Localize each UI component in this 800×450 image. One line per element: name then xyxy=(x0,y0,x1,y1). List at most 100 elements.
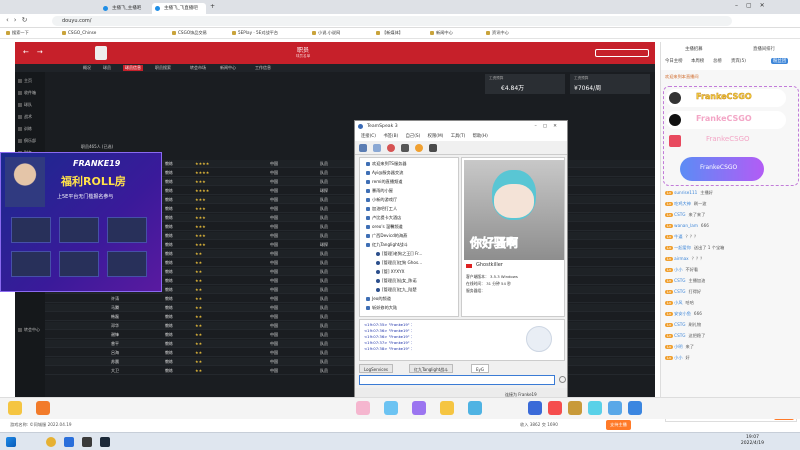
tab-jobs[interactable]: 工作信息 xyxy=(255,65,271,71)
connect-icon[interactable] xyxy=(359,144,367,152)
obs-icon[interactable] xyxy=(82,437,92,447)
gift-icon[interactable] xyxy=(8,401,22,415)
chat-username[interactable]: 小小 xyxy=(674,267,682,272)
channel-item[interactable]: 加油吧打工人 xyxy=(366,206,397,212)
channel-item[interactable]: remi的直播频道 xyxy=(366,179,402,185)
nav-buttons[interactable]: ‹›↻ xyxy=(6,16,32,24)
chat-username[interactable]: 小小 xyxy=(674,355,682,360)
chat-username[interactable]: 安安小鱼 xyxy=(674,311,691,316)
chat-username[interactable]: airmax xyxy=(674,256,689,261)
channel-client[interactable]: [管理员]仙女_陈诺 xyxy=(376,278,417,284)
gift-icon[interactable] xyxy=(412,401,426,415)
tab-week[interactable]: 本周榜 xyxy=(691,58,704,64)
tab-staff-info[interactable]: 球员信息 xyxy=(123,65,143,71)
tab-private[interactable]: EyG xyxy=(471,364,489,373)
menu-help[interactable]: 帮助(H) xyxy=(473,134,488,139)
sidebar-item-club[interactable]: 俱乐部 xyxy=(18,138,36,144)
gift-icon[interactable] xyxy=(628,401,642,415)
gift-icon[interactable] xyxy=(568,401,582,415)
menu-connect[interactable]: 连接(C) xyxy=(361,134,376,139)
sidebar-item-inbox[interactable]: 收件箱 xyxy=(18,90,36,96)
continue-button[interactable] xyxy=(595,49,649,57)
channel-item[interactable]: 卢比提卡大酒店 xyxy=(366,215,401,221)
tab-recruit[interactable]: 主播招募 xyxy=(685,46,703,52)
tab-fans[interactable]: 粉丝团 xyxy=(771,58,789,64)
gift-icon[interactable] xyxy=(356,401,370,415)
channel-item[interactable]: 斩妖修的大陆 xyxy=(366,305,397,311)
url-field[interactable]: douyu.com/ xyxy=(52,16,732,26)
tab-ranking[interactable]: 直播间排行 xyxy=(753,46,775,52)
tab-transfer[interactable]: 转会市场 xyxy=(190,65,206,71)
ts-window-controls[interactable]: –▢✕ xyxy=(535,121,564,132)
channel-item[interactable]: 暴雨的小屋 xyxy=(366,188,393,194)
menu-tools[interactable]: 工具(T) xyxy=(451,134,466,139)
mute-mic-icon[interactable] xyxy=(387,144,395,152)
tab-overview[interactable]: 概况 xyxy=(83,65,91,71)
bookmark-item[interactable]: 搜索一下 xyxy=(6,30,29,36)
chat-username[interactable]: 吃鸡大神 xyxy=(674,201,691,206)
chat-username[interactable]: CSTG xyxy=(674,322,685,327)
channel-client[interactable]: [管] XYXYX xyxy=(376,269,405,275)
gift-icon[interactable] xyxy=(36,401,50,415)
steam-icon[interactable] xyxy=(100,437,110,447)
support-button[interactable]: 支持主播 xyxy=(606,420,631,430)
channel-item[interactable]: 欢迎来到TS服务器 xyxy=(366,161,407,167)
tab-players[interactable]: 球员 xyxy=(103,65,111,71)
sidebar-item-tactics[interactable]: 战术 xyxy=(18,114,32,120)
window-controls[interactable]: –▢✕ xyxy=(735,2,773,9)
emoji-icon[interactable] xyxy=(559,376,566,383)
channel-item[interactable]: oreo's 温馨频道 xyxy=(366,224,403,230)
gift-icon[interactable] xyxy=(548,401,562,415)
chat-username[interactable]: 一起爱你 xyxy=(674,245,691,250)
bookmark-item[interactable]: CSGO_Chinse xyxy=(62,30,96,35)
tab-log-services[interactable]: LogServices xyxy=(359,364,394,373)
menu-self[interactable]: 自己(S) xyxy=(406,134,421,139)
browser-tab-active[interactable]: 主播飞_飞直播吧 xyxy=(152,3,206,14)
gift-icon[interactable] xyxy=(528,401,542,415)
channel-client[interactable]: [管理员]红九_陆楚 xyxy=(376,287,417,293)
gift-icon[interactable] xyxy=(440,401,454,415)
tab-total[interactable]: 总榜 xyxy=(713,58,722,64)
chat-username[interactable]: wanan_lam xyxy=(674,223,698,228)
channel-item[interactable]: 广西Devicd的海燕 xyxy=(366,233,407,239)
start-menu-icon[interactable] xyxy=(6,437,16,447)
menu-permissions[interactable]: 权限(M) xyxy=(428,134,444,139)
tab-today[interactable]: 今日主榜 xyxy=(665,58,683,64)
channel-item[interactable]: Jeo的频道 xyxy=(366,296,391,302)
tab-staff-search[interactable]: 职员搜索 xyxy=(155,65,171,71)
chat-username[interactable]: CSTG xyxy=(674,212,685,217)
bookmark-item[interactable]: 资讯中心 xyxy=(486,30,509,36)
file-explorer-icon[interactable] xyxy=(64,437,74,447)
channel-item[interactable]: 小新的游戏厅 xyxy=(366,197,397,203)
sidebar-item-squad[interactable]: 球队 xyxy=(18,102,32,108)
chat-username[interactable]: 牛逼 xyxy=(674,234,682,239)
channel-client[interactable]: [管理]老狗之王[] Fr... xyxy=(376,251,422,257)
promo-banner[interactable]: FRANKE19 福利ROLL房 上5E平台无门槛报名参与 xyxy=(0,152,162,292)
tab-channel[interactable]: 红九Tanglight战斗 xyxy=(409,364,454,373)
bookmark-item[interactable]: 【新媒体】 xyxy=(376,30,403,36)
away-icon[interactable] xyxy=(415,144,423,152)
bookmark-item[interactable]: 新闻中心 xyxy=(430,30,453,36)
browser-tab[interactable]: 主播飞_主播吧 xyxy=(100,3,150,14)
chat-username[interactable]: 小明 xyxy=(674,344,682,349)
tab-news[interactable]: 新闻中心 xyxy=(220,65,236,71)
sidebar-item-training[interactable]: 训练 xyxy=(18,126,32,132)
chat-username[interactable]: CSTG xyxy=(674,333,685,338)
gift-icon[interactable] xyxy=(384,401,398,415)
chat-username[interactable]: CSTG xyxy=(674,278,685,283)
bookmark-item[interactable]: 5EPlay · 5E对战平台 xyxy=(232,30,278,36)
mute-speaker-icon[interactable] xyxy=(401,144,409,152)
manager-nav-arrows[interactable]: ←→ xyxy=(23,48,51,56)
settings-icon[interactable] xyxy=(429,144,437,152)
channel-item[interactable]: 红九Tanglight战斗 xyxy=(366,242,408,248)
channel-client[interactable]: [管理员]红狗 Ghos... xyxy=(376,260,422,266)
bookmark-item[interactable]: CSGO饰品交易 xyxy=(172,30,207,36)
channel-item[interactable]: Ayi@服务器交流 xyxy=(366,170,403,176)
chat-username[interactable]: CSTG xyxy=(674,289,685,294)
gift-icon[interactable] xyxy=(608,401,622,415)
new-tab-icon[interactable]: + xyxy=(210,3,215,10)
sidebar-item-home[interactable]: 主页 xyxy=(18,78,32,84)
chat-username[interactable]: 小风 xyxy=(674,300,682,305)
gift-icon[interactable] xyxy=(468,401,482,415)
bookmark-item[interactable]: 小说.小说网 xyxy=(312,30,340,36)
